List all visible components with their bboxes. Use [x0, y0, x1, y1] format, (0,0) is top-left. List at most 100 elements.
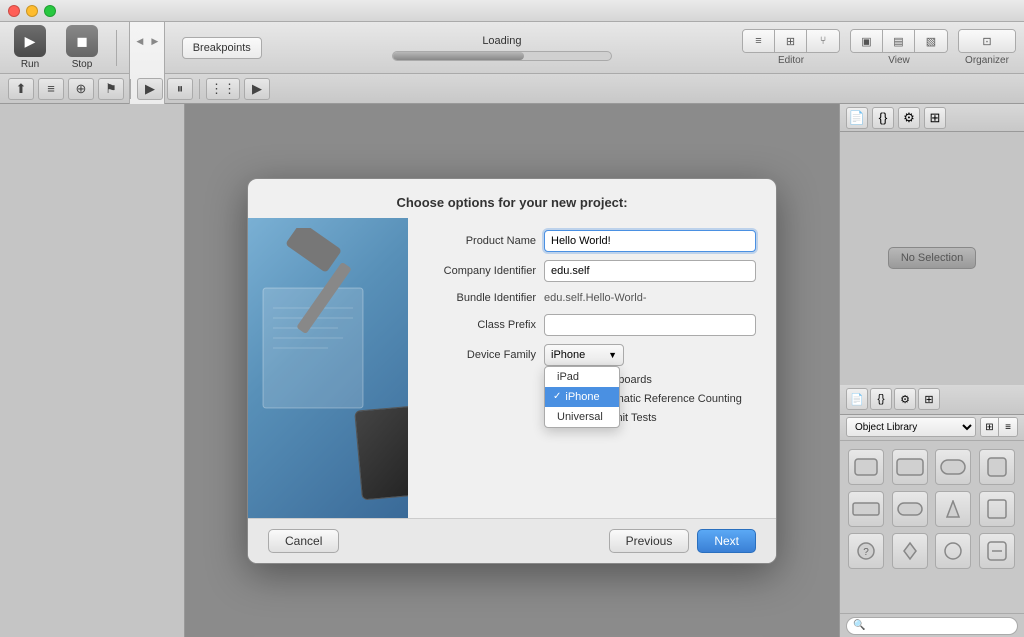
- search-input-wrapper: 🔍: [846, 617, 1018, 635]
- obj-item-8[interactable]: [979, 491, 1015, 527]
- organizer-label: Organizer: [965, 55, 1009, 66]
- cancel-button[interactable]: Cancel: [268, 529, 339, 553]
- obj-item-6[interactable]: [892, 491, 928, 527]
- obj-icon-8: [987, 499, 1007, 519]
- maximize-button[interactable]: [44, 5, 56, 17]
- obj-item-11[interactable]: [935, 533, 971, 569]
- t2-btn-4[interactable]: ▶: [137, 78, 163, 100]
- t2-btn-0[interactable]: ⬆: [8, 78, 34, 100]
- minimize-button[interactable]: [26, 5, 38, 17]
- product-name-input[interactable]: [544, 230, 756, 252]
- editor-group: ≡ ⊞ ⑂: [742, 29, 840, 53]
- company-id-input[interactable]: [544, 260, 756, 282]
- rs-grid-icon[interactable]: ⊞: [924, 107, 946, 129]
- rs-icon-btn-3[interactable]: ⚙: [894, 388, 916, 410]
- obj-item-3[interactable]: [935, 449, 971, 485]
- dropdown-item-iphone[interactable]: ✓ iPhone: [545, 387, 619, 407]
- object-grid: ?: [840, 441, 1024, 614]
- obj-item-7[interactable]: [935, 491, 971, 527]
- rs-gear-icon[interactable]: ⚙: [898, 107, 920, 129]
- loading-bar: [392, 51, 612, 61]
- dropdown-item-ipad[interactable]: iPad: [545, 367, 619, 387]
- rs-icon-btn-4[interactable]: ⊞: [918, 388, 940, 410]
- company-id-row: Company Identifier: [424, 260, 756, 282]
- obj-item-9[interactable]: ?: [848, 533, 884, 569]
- t2-btn-3[interactable]: ⚑: [98, 78, 124, 100]
- run-label: Run: [21, 59, 39, 70]
- loading-title: Loading: [482, 35, 521, 47]
- run-icon: ▶: [14, 25, 46, 57]
- device-family-dropdown[interactable]: iPhone ▼: [544, 344, 624, 366]
- product-name-label: Product Name: [424, 235, 544, 247]
- obj-icon-4: [987, 457, 1007, 477]
- rs-icon-btn-1[interactable]: 📄: [846, 388, 868, 410]
- editor-standard-btn[interactable]: ≡: [743, 30, 775, 52]
- obj-icon-7: [946, 500, 960, 518]
- object-library-select[interactable]: Object Library: [846, 417, 976, 437]
- rs-icon-group: 📄 {} ⚙ ⊞: [846, 388, 940, 410]
- obj-item-12[interactable]: [979, 533, 1015, 569]
- device-family-wrapper: iPhone ▼ iPad: [544, 344, 756, 366]
- view-debug-btn[interactable]: ▤: [883, 30, 915, 52]
- list-view-btn[interactable]: ≡: [999, 418, 1017, 436]
- organizer-group: ⊡: [958, 29, 1016, 53]
- obj-icon-12: [987, 541, 1007, 561]
- view-utilities-btn[interactable]: ▧: [915, 30, 947, 52]
- loading-bar-fill: [393, 52, 524, 60]
- main-area: Choose options for your new project:: [0, 104, 1024, 637]
- iphone-label: iPhone: [565, 391, 599, 403]
- stop-button[interactable]: ◼ Stop: [60, 25, 104, 70]
- obj-icon-1: [854, 458, 878, 476]
- grid-view-btn[interactable]: ⊞: [981, 418, 999, 436]
- next-button[interactable]: Next: [697, 529, 756, 553]
- obj-item-1[interactable]: [848, 449, 884, 485]
- editor-assistant-btn[interactable]: ⊞: [775, 30, 807, 52]
- dropdown-item-universal[interactable]: Universal: [545, 407, 619, 427]
- object-library-bar: Object Library ⊞ ≡: [840, 415, 1024, 441]
- svg-text:?: ?: [863, 547, 869, 558]
- breakpoints-button[interactable]: Breakpoints: [182, 37, 262, 59]
- no-selection-badge: No Selection: [888, 247, 976, 269]
- t2-btn-6[interactable]: ⋮⋮: [206, 78, 240, 100]
- modal-body: Product Name Company Identifier Bundle I…: [248, 218, 776, 518]
- organizer-btn[interactable]: ⊡: [959, 30, 1015, 52]
- modal-footer: Cancel Previous Next: [248, 518, 776, 563]
- modal-title: Choose options for your new project:: [396, 195, 627, 210]
- t2-btn-2[interactable]: ⊕: [68, 78, 94, 100]
- nav-buttons: Previous Next: [609, 529, 756, 553]
- t2-btn-7[interactable]: ▶: [244, 78, 270, 100]
- obj-item-10[interactable]: [892, 533, 928, 569]
- class-prefix-label: Class Prefix: [424, 319, 544, 331]
- rs-code-icon[interactable]: {}: [872, 107, 894, 129]
- rs-icon-btn-2[interactable]: {}: [870, 388, 892, 410]
- view-toggle: ⊞ ≡: [980, 417, 1018, 437]
- t2-btn-5[interactable]: ⏸: [167, 78, 193, 100]
- obj-icon-9: ?: [856, 541, 876, 561]
- obj-item-5[interactable]: [848, 491, 884, 527]
- modal-form: Product Name Company Identifier Bundle I…: [408, 218, 776, 518]
- right-sidebar: 📄 {} ⚙ ⊞ No Selection 📄 {} ⚙ ⊞ Object Li…: [839, 104, 1024, 637]
- bundle-id-label: Bundle Identifier: [424, 292, 544, 304]
- class-prefix-input[interactable]: [544, 314, 756, 336]
- view-navigator-btn[interactable]: ▣: [851, 30, 883, 52]
- obj-item-4[interactable]: [979, 449, 1015, 485]
- ipad-label: iPad: [557, 371, 579, 383]
- view-group: ▣ ▤ ▧: [850, 29, 948, 53]
- close-button[interactable]: [8, 5, 20, 17]
- stop-label: Stop: [72, 59, 93, 70]
- obj-item-2[interactable]: [892, 449, 928, 485]
- dropdown-arrow-icon: ▼: [608, 350, 617, 360]
- run-button[interactable]: ▶ Run: [8, 25, 52, 70]
- previous-button[interactable]: Previous: [609, 529, 690, 553]
- rs-file-icon[interactable]: 📄: [846, 107, 868, 129]
- view-label: View: [888, 55, 910, 66]
- search-input[interactable]: [869, 620, 1011, 631]
- phone-mockup: [354, 405, 408, 500]
- obj-icon-11: [943, 541, 963, 561]
- editor-version-btn[interactable]: ⑂: [807, 30, 839, 52]
- modal-header: Choose options for your new project:: [248, 179, 776, 218]
- modal-overlay: Choose options for your new project:: [185, 104, 839, 637]
- t2-btn-1[interactable]: ≡: [38, 78, 64, 100]
- iphone-check: ✓: [553, 391, 561, 402]
- center-area: Choose options for your new project:: [185, 104, 839, 637]
